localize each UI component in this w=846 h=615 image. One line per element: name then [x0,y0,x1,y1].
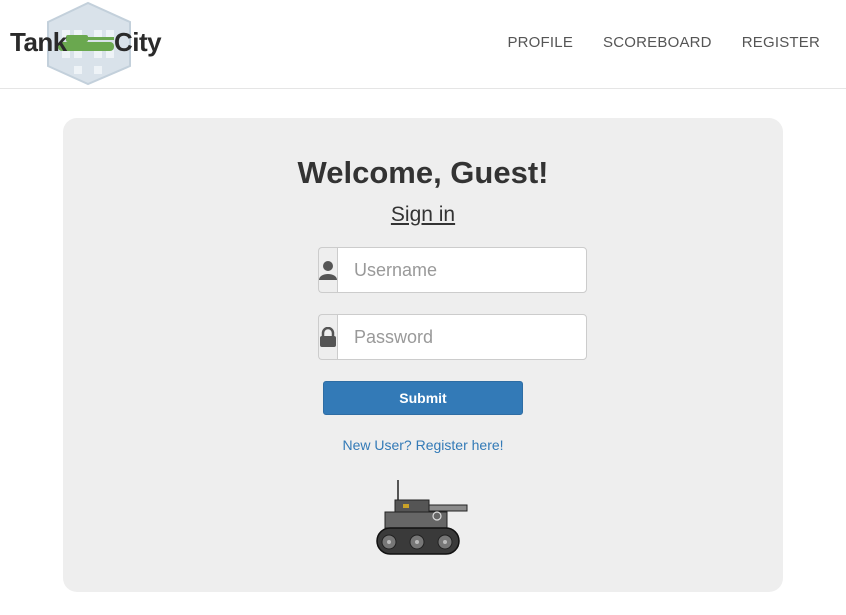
navbar: Tank City PROFILE SCOREBOARD REGISTER [0,0,846,89]
username-input[interactable] [337,247,587,293]
tank-icon [376,480,468,555]
password-group [318,314,587,360]
password-input[interactable] [337,314,587,360]
signin-title: Sign in [390,203,456,226]
nav-scoreboard[interactable]: SCOREBOARD [603,34,712,51]
nav-links: PROFILE SCOREBOARD REGISTER [477,34,820,51]
nav-profile[interactable]: PROFILE [507,34,573,51]
submit-button[interactable]: Submit [323,381,523,415]
nav-register[interactable]: REGISTER [742,34,820,51]
brand-name-left: Tank [10,27,67,57]
lock-icon [318,314,337,360]
login-panel: Welcome, Guest! Sign in Submit New User?… [63,118,783,592]
brand-logo[interactable]: Tank City [8,0,168,88]
register-link[interactable]: New User? Register here! [63,437,783,453]
welcome-heading: Welcome, Guest! [297,155,549,190]
brand-name-right: City [114,27,162,57]
username-group [318,247,587,293]
user-icon [318,247,337,293]
